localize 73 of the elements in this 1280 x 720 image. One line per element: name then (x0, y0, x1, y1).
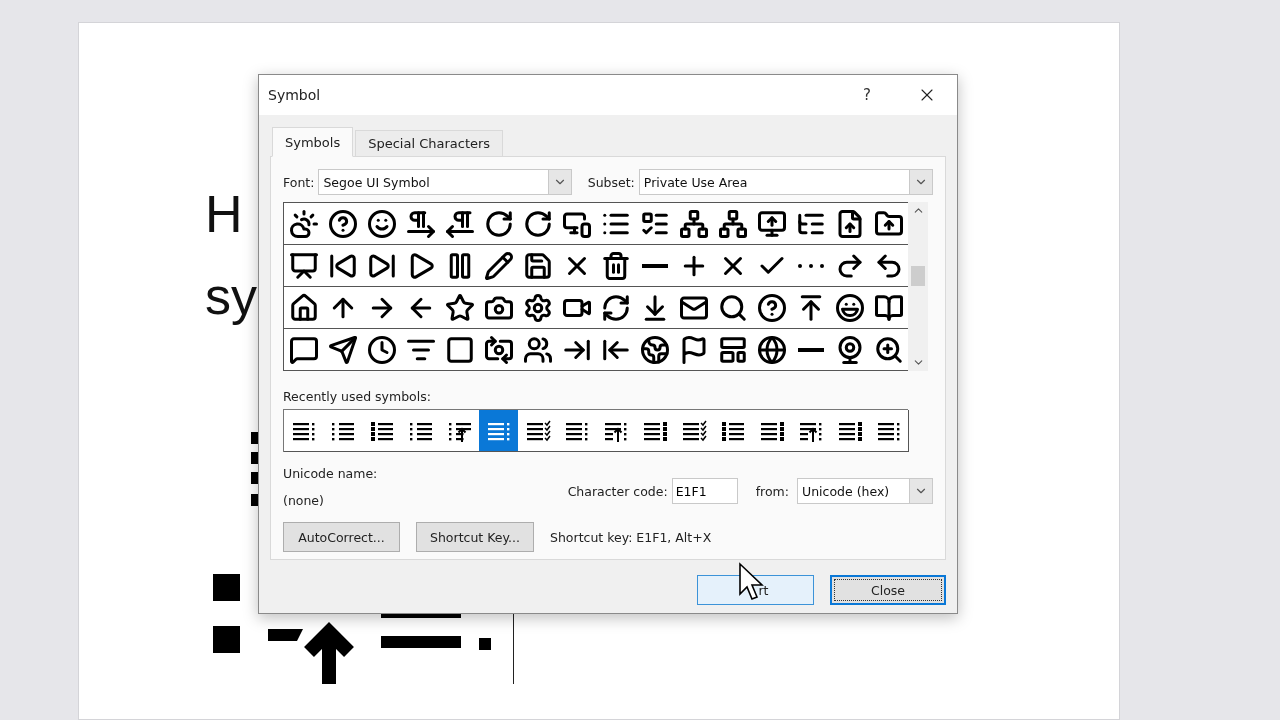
autocorrect-button[interactable]: AutoCorrect... (283, 522, 400, 552)
search-icon (717, 292, 748, 323)
network-icon (717, 208, 748, 239)
mouse-pointer-icon (738, 562, 766, 602)
square-icon (444, 334, 475, 365)
document-text: sy (205, 266, 257, 327)
rotate-icon (483, 208, 514, 239)
minus-icon (797, 347, 824, 352)
pencil-icon (483, 250, 514, 281)
users-icon (522, 334, 553, 365)
field-label: from: (755, 483, 789, 499)
unicode-name-value: (none) (283, 493, 325, 508)
home-icon (288, 292, 319, 323)
scrollbar[interactable] (908, 202, 928, 371)
star-icon (444, 292, 475, 323)
refresh-icon (600, 292, 631, 323)
from-dropdown[interactable]: Unicode (hex) (797, 478, 933, 504)
help-icon (756, 292, 787, 323)
layout-icon (717, 334, 748, 365)
subset-dropdown[interactable]: Private Use Area (638, 169, 933, 195)
camera-icon (483, 334, 514, 365)
symbol-cell[interactable] (869, 329, 909, 371)
scrollbar-thumb[interactable] (911, 266, 925, 286)
trash-icon (600, 250, 631, 281)
symbol-cell[interactable] (869, 287, 909, 329)
recent-symbol-cell[interactable] (479, 410, 519, 452)
help-button[interactable]: ? (847, 79, 887, 111)
minus-icon (641, 263, 668, 268)
symbol-cell[interactable] (284, 245, 324, 287)
message-icon (288, 334, 319, 365)
clock-icon (366, 334, 397, 365)
symbol-cell[interactable] (284, 329, 324, 371)
book-icon (873, 292, 904, 323)
globe-icon (639, 334, 670, 365)
character-code-field[interactable]: E1F1 (671, 478, 738, 504)
symbol-cell[interactable] (869, 245, 909, 287)
recent-symbol-cell[interactable] (440, 410, 480, 452)
dialog-tab[interactable]: Special Characters (355, 130, 504, 157)
zoom-in-icon (873, 334, 904, 365)
symbol-cell[interactable] (284, 287, 324, 329)
shortcut-key-text: Shortcut key: E1F1, Alt+X (550, 529, 712, 545)
network-icon (678, 208, 709, 239)
unicode-name-label: Unicode name: (283, 466, 378, 481)
recent-symbols-label: Recently used symbols: (283, 389, 432, 404)
rotate-icon (522, 208, 553, 239)
recent-symbol-cell[interactable] (284, 410, 324, 452)
monitor-upload-icon (756, 208, 787, 239)
cloud-sun-icon (288, 208, 319, 239)
presentation-icon (288, 250, 319, 281)
field-label: Font: (283, 174, 315, 190)
ellipsis-icon (797, 263, 824, 268)
pilcrow-icon (444, 208, 475, 239)
recent-symbol-cell[interactable] (869, 410, 909, 452)
help-icon (327, 208, 358, 239)
settings-icon (522, 292, 553, 323)
send-icon (327, 334, 358, 365)
shortcut-key-button[interactable]: Shortcut Key... (416, 522, 534, 552)
save-icon (522, 250, 553, 281)
font-dropdown[interactable]: Segoe UI Symbol (318, 169, 572, 195)
field-label: Subset: (587, 174, 635, 190)
laugh-icon (834, 292, 865, 323)
dialog-tab[interactable]: Symbols (272, 127, 354, 157)
folder-upload-icon (873, 208, 904, 239)
globe-icon (756, 334, 787, 365)
dialog-title: Symbol (268, 87, 322, 103)
field-label: Character code: (567, 483, 668, 499)
recent-symbol-cell[interactable] (518, 410, 558, 452)
symbol-cell[interactable] (284, 203, 324, 245)
close-dialog-button[interactable]: Close (830, 575, 946, 605)
symbol-cell[interactable] (869, 203, 909, 245)
pilcrow-icon (405, 208, 436, 239)
smile-icon (366, 208, 397, 239)
document-text: H (205, 184, 243, 245)
